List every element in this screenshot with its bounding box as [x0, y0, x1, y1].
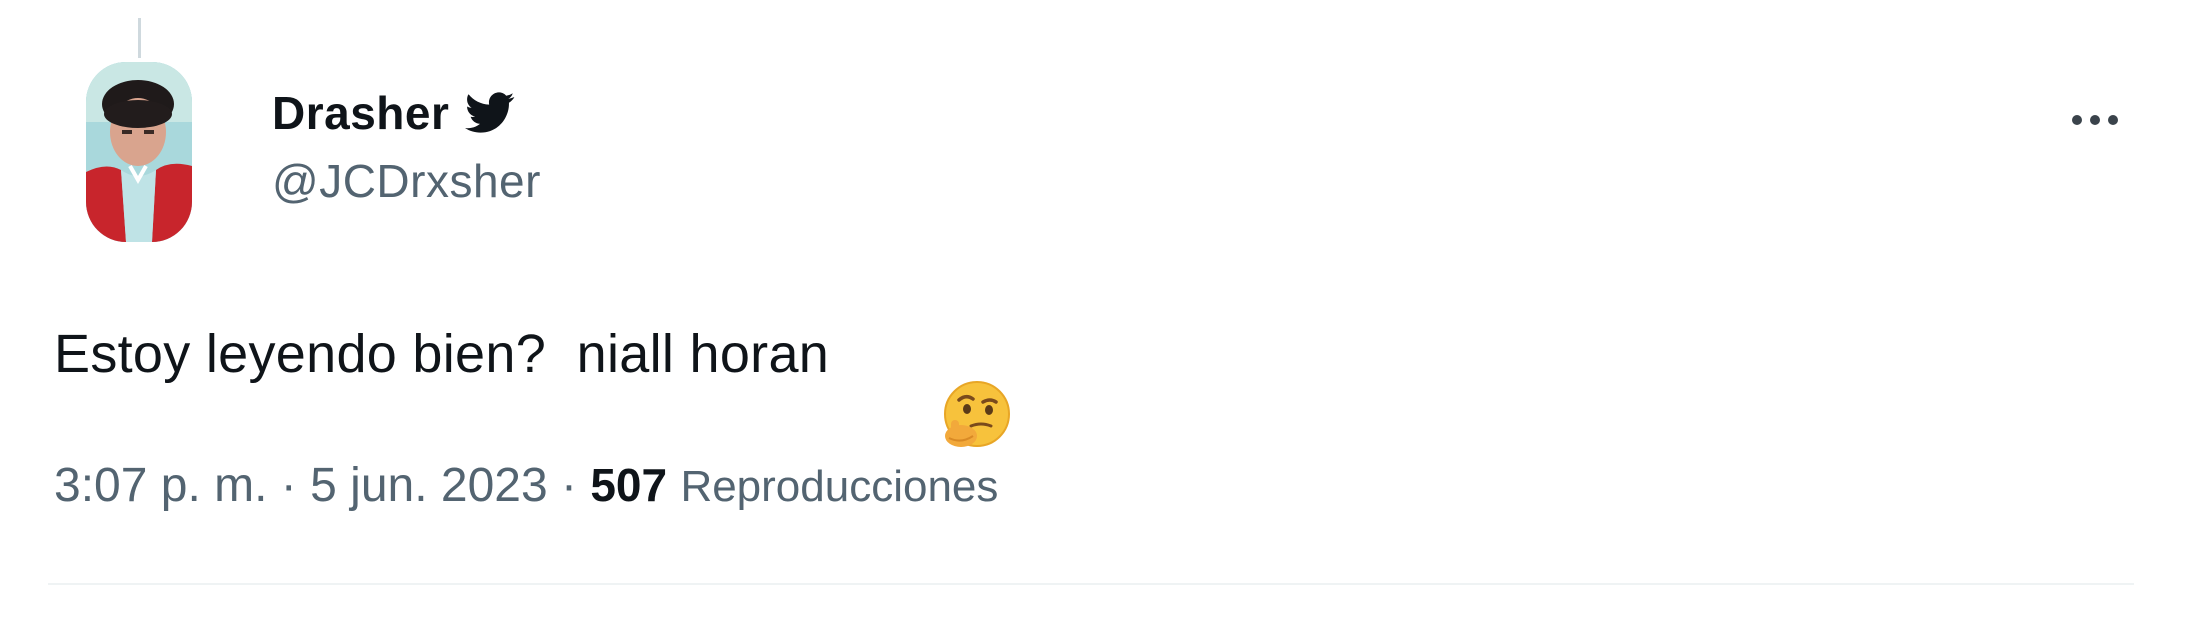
tweet-metadata: 3:07 p. m. · 5 jun. 2023 · 507 Reproducc…: [54, 458, 998, 513]
thinking-face-icon: [847, 316, 1010, 447]
user-info: Drasher @JCDrxsher: [272, 82, 541, 208]
meta-space: [667, 458, 680, 513]
avatar-image: [86, 62, 192, 242]
thread-connector-line: [138, 18, 141, 58]
tweet-date[interactable]: 5 jun. 2023: [310, 458, 548, 513]
more-options-button[interactable]: [2058, 100, 2132, 140]
twitter-bird-icon: [465, 92, 515, 134]
views-count[interactable]: 507: [590, 458, 667, 512]
meta-separator: [297, 458, 310, 513]
divider: [48, 583, 2134, 585]
more-options-dot: [2090, 115, 2100, 125]
tweet-text-content: Estoy leyendo bien? niall horan: [54, 324, 830, 384]
display-name[interactable]: Drasher: [272, 86, 449, 140]
meta-separator: [548, 458, 561, 513]
meta-separator: [267, 458, 280, 513]
tweet-time[interactable]: 3:07 p. m.: [54, 458, 267, 513]
meta-separator-dot: ·: [561, 459, 577, 512]
tweet-card: Drasher @JCDrxsher Estoy leyendo bien? n…: [0, 0, 2209, 620]
display-name-row: Drasher: [272, 82, 541, 144]
views-label[interactable]: Reproducciones: [680, 462, 998, 512]
tweet-text: Estoy leyendo bien? niall horan: [54, 316, 1010, 447]
meta-separator: [577, 458, 590, 513]
user-handle[interactable]: @JCDrxsher: [272, 154, 541, 208]
more-options-dot: [2108, 115, 2118, 125]
meta-separator-dot: ·: [280, 459, 297, 512]
avatar[interactable]: [86, 62, 192, 242]
more-options-icon: [2072, 115, 2082, 125]
